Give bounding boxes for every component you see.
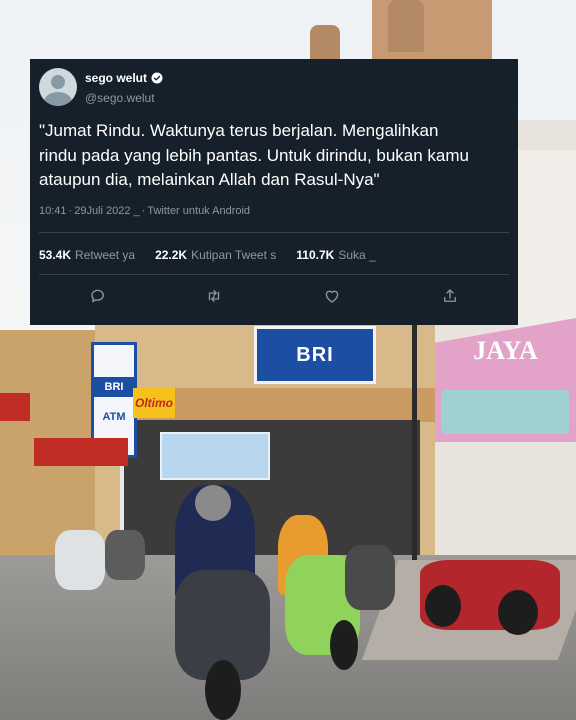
verified-badge-icon — [151, 72, 163, 84]
like-button[interactable] — [321, 285, 343, 307]
reply-button[interactable] — [87, 285, 109, 307]
bank-banner — [160, 432, 270, 480]
tweet-time[interactable]: 10:41 — [39, 205, 67, 217]
author-row: sego welut — [85, 71, 163, 85]
handle[interactable]: @sego.welut — [85, 91, 155, 105]
display-name[interactable]: sego welut — [85, 71, 147, 85]
red-shop-sign — [0, 393, 30, 421]
tweet-card: sego welut @sego.welut "Jumat Rindu. Wak… — [30, 59, 518, 325]
share-button[interactable] — [439, 285, 461, 307]
wheel — [498, 590, 538, 635]
utility-pole — [412, 320, 417, 560]
quotes-label: Kutipan Tweet s — [191, 248, 277, 262]
avatar-head — [51, 75, 65, 89]
jaya-sign-panel — [441, 390, 569, 434]
wheel — [425, 585, 461, 627]
bri-sign: BRI — [254, 326, 376, 384]
motorbike-left — [55, 530, 105, 590]
building-right-upper — [515, 150, 576, 330]
retweets-count: 53.4K — [39, 248, 72, 262]
divider — [39, 274, 509, 275]
meta-separator: · — [68, 205, 73, 217]
comment-icon — [91, 289, 104, 303]
avatar[interactable] — [39, 68, 77, 106]
red-shop-banner — [34, 438, 128, 466]
tweet-text: "Jumat Rindu. Waktunya terus berjalan. M… — [39, 119, 509, 193]
tweet-actions — [30, 285, 518, 307]
tweet-text-line: ataupun dia, melainkan Allah dan Rasul-N… — [39, 170, 380, 189]
wheel — [330, 620, 358, 670]
tweet-text-line: rindu pada yang lebih pantas. Untuk diri… — [39, 145, 470, 165]
avatar-shoulders — [44, 92, 72, 106]
tweet-source[interactable]: Twitter untuk Android — [147, 205, 250, 217]
tweet-meta: 10:41 · 29Juli 2022 _ · Twitter untuk An… — [39, 205, 250, 217]
likes-label: Suka _ — [338, 248, 376, 262]
retweets-label: Retweet ya — [75, 248, 136, 262]
oltimo-sign-text: Oltimo — [135, 396, 173, 410]
retweet-button[interactable] — [203, 285, 225, 307]
likes-count: 110.7K — [296, 248, 335, 262]
roof-ornament — [388, 0, 424, 52]
atm-text: ATM — [102, 411, 126, 423]
share-icon — [444, 289, 456, 302]
retweet-icon — [208, 290, 220, 302]
meta-separator: · — [141, 205, 146, 217]
retweets-stat[interactable]: 53.4K Retweet ya — [39, 248, 135, 262]
bri-sign-text: BRI — [296, 343, 334, 366]
divider — [39, 232, 509, 233]
jaya-sign-text: JAYA — [473, 336, 538, 365]
tweet-date[interactable]: 29Juli 2022 _ — [74, 205, 139, 217]
heart-icon — [325, 290, 339, 303]
quotes-stat[interactable]: 22.2K Kutipan Tweet s — [155, 248, 276, 262]
oltimo-sign: Oltimo — [133, 388, 175, 418]
atm-brand-text: BRI — [94, 377, 134, 397]
motorbike-center — [345, 545, 395, 610]
tweet-stats: 53.4K Retweet ya 22.2K Kutipan Tweet s 1… — [39, 248, 376, 262]
wheel — [205, 660, 241, 720]
rider-helmet — [195, 485, 231, 521]
quotes-count: 22.2K — [155, 248, 188, 262]
motorbike-left-2 — [105, 530, 145, 580]
likes-stat[interactable]: 110.7K Suka _ — [296, 248, 375, 262]
tweet-text-line: "Jumat Rindu. Waktunya terus berjalan. M… — [39, 121, 439, 140]
